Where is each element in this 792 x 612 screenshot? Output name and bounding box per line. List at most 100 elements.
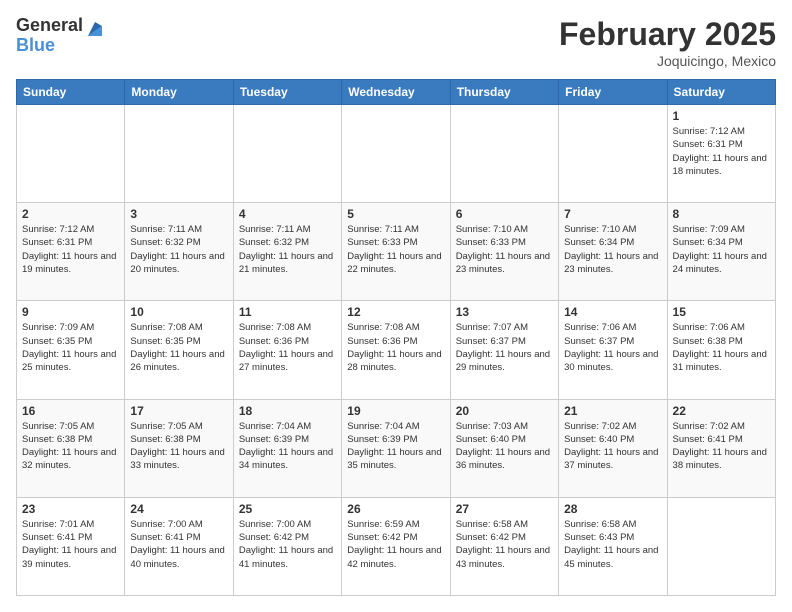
day-info: Sunrise: 7:11 AM Sunset: 6:32 PM Dayligh… (239, 223, 336, 276)
calendar-cell (17, 105, 125, 203)
day-number: 25 (239, 502, 336, 516)
day-info: Sunrise: 6:59 AM Sunset: 6:42 PM Dayligh… (347, 518, 444, 571)
day-info: Sunrise: 7:11 AM Sunset: 6:32 PM Dayligh… (130, 223, 227, 276)
logo: General Blue (16, 16, 106, 56)
calendar-cell: 3 Sunrise: 7:11 AM Sunset: 6:32 PM Daylig… (125, 203, 233, 301)
day-info: Sunrise: 7:07 AM Sunset: 6:37 PM Dayligh… (456, 321, 553, 374)
day-number: 16 (22, 404, 119, 418)
day-number: 28 (564, 502, 661, 516)
calendar-cell: 20 Sunrise: 7:03 AM Sunset: 6:40 PM Dayli… (450, 399, 558, 497)
calendar-cell: 1 Sunrise: 7:12 AM Sunset: 6:31 PM Daylig… (667, 105, 775, 203)
calendar-cell (342, 105, 450, 203)
day-number: 5 (347, 207, 444, 221)
calendar-cell: 10 Sunrise: 7:08 AM Sunset: 6:35 PM Dayli… (125, 301, 233, 399)
calendar-cell: 28Sunrise: 6:58 AM Sunset: 6:43 PM Dayli… (559, 497, 667, 595)
day-number: 23 (22, 502, 119, 516)
logo-general-text: General (16, 16, 83, 36)
calendar-cell: 21 Sunrise: 7:02 AM Sunset: 6:40 PM Dayli… (559, 399, 667, 497)
day-number: 13 (456, 305, 553, 319)
calendar-header-wednesday: Wednesday (342, 80, 450, 105)
day-number: 19 (347, 404, 444, 418)
calendar-header-thursday: Thursday (450, 80, 558, 105)
calendar-cell: 7Sunrise: 7:10 AM Sunset: 6:34 PM Daylig… (559, 203, 667, 301)
day-info: Sunrise: 7:12 AM Sunset: 6:31 PM Dayligh… (22, 223, 119, 276)
day-info: Sunrise: 7:10 AM Sunset: 6:34 PM Dayligh… (564, 223, 661, 276)
calendar-cell: 6 Sunrise: 7:10 AM Sunset: 6:33 PM Daylig… (450, 203, 558, 301)
day-number: 8 (673, 207, 770, 221)
calendar-cell: 15Sunrise: 7:06 AM Sunset: 6:38 PM Dayli… (667, 301, 775, 399)
logo-icon (84, 18, 106, 40)
day-info: Sunrise: 7:08 AM Sunset: 6:35 PM Dayligh… (130, 321, 227, 374)
day-info: Sunrise: 7:12 AM Sunset: 6:31 PM Dayligh… (673, 125, 770, 178)
day-number: 9 (22, 305, 119, 319)
calendar-cell: 17 Sunrise: 7:05 AM Sunset: 6:38 PM Dayli… (125, 399, 233, 497)
calendar-header-monday: Monday (125, 80, 233, 105)
calendar-cell: 4 Sunrise: 7:11 AM Sunset: 6:32 PM Daylig… (233, 203, 341, 301)
calendar-cell: 23 Sunrise: 7:01 AM Sunset: 6:41 PM Dayli… (17, 497, 125, 595)
calendar-cell: 24 Sunrise: 7:00 AM Sunset: 6:41 PM Dayli… (125, 497, 233, 595)
calendar-cell: 2 Sunrise: 7:12 AM Sunset: 6:31 PM Daylig… (17, 203, 125, 301)
day-number: 1 (673, 109, 770, 123)
day-number: 12 (347, 305, 444, 319)
calendar-cell: 13 Sunrise: 7:07 AM Sunset: 6:37 PM Dayli… (450, 301, 558, 399)
day-info: Sunrise: 6:58 AM Sunset: 6:42 PM Dayligh… (456, 518, 553, 571)
title-block: February 2025 Joquicingo, Mexico (559, 16, 776, 69)
day-info: Sunrise: 7:00 AM Sunset: 6:42 PM Dayligh… (239, 518, 336, 571)
calendar-cell: 22 Sunrise: 7:02 AM Sunset: 6:41 PM Dayli… (667, 399, 775, 497)
day-number: 6 (456, 207, 553, 221)
calendar-cell (559, 105, 667, 203)
day-info: Sunrise: 7:11 AM Sunset: 6:33 PM Dayligh… (347, 223, 444, 276)
calendar-table: SundayMondayTuesdayWednesdayThursdayFrid… (16, 79, 776, 596)
calendar-cell (667, 497, 775, 595)
day-number: 14 (564, 305, 661, 319)
day-info: Sunrise: 7:01 AM Sunset: 6:41 PM Dayligh… (22, 518, 119, 571)
day-info: Sunrise: 7:04 AM Sunset: 6:39 PM Dayligh… (347, 420, 444, 473)
day-info: Sunrise: 7:02 AM Sunset: 6:40 PM Dayligh… (564, 420, 661, 473)
day-info: Sunrise: 7:08 AM Sunset: 6:36 PM Dayligh… (239, 321, 336, 374)
calendar-cell (125, 105, 233, 203)
day-number: 27 (456, 502, 553, 516)
day-info: Sunrise: 7:09 AM Sunset: 6:35 PM Dayligh… (22, 321, 119, 374)
day-number: 10 (130, 305, 227, 319)
calendar-cell: 27 Sunrise: 6:58 AM Sunset: 6:42 PM Dayli… (450, 497, 558, 595)
calendar-cell: 12 Sunrise: 7:08 AM Sunset: 6:36 PM Dayli… (342, 301, 450, 399)
day-info: Sunrise: 7:02 AM Sunset: 6:41 PM Dayligh… (673, 420, 770, 473)
day-number: 22 (673, 404, 770, 418)
day-number: 15 (673, 305, 770, 319)
day-info: Sunrise: 7:05 AM Sunset: 6:38 PM Dayligh… (22, 420, 119, 473)
calendar-cell: 5 Sunrise: 7:11 AM Sunset: 6:33 PM Daylig… (342, 203, 450, 301)
day-number: 4 (239, 207, 336, 221)
page-title: February 2025 (559, 16, 776, 53)
day-info: Sunrise: 7:03 AM Sunset: 6:40 PM Dayligh… (456, 420, 553, 473)
day-info: Sunrise: 7:08 AM Sunset: 6:36 PM Dayligh… (347, 321, 444, 374)
day-info: Sunrise: 7:04 AM Sunset: 6:39 PM Dayligh… (239, 420, 336, 473)
day-number: 18 (239, 404, 336, 418)
day-number: 3 (130, 207, 227, 221)
calendar-cell (450, 105, 558, 203)
calendar-cell: 25 Sunrise: 7:00 AM Sunset: 6:42 PM Dayli… (233, 497, 341, 595)
calendar-cell: 26 Sunrise: 6:59 AM Sunset: 6:42 PM Dayli… (342, 497, 450, 595)
day-number: 24 (130, 502, 227, 516)
day-number: 20 (456, 404, 553, 418)
calendar-cell: 9 Sunrise: 7:09 AM Sunset: 6:35 PM Daylig… (17, 301, 125, 399)
calendar-header-sunday: Sunday (17, 80, 125, 105)
calendar-cell: 8Sunrise: 7:09 AM Sunset: 6:34 PM Daylig… (667, 203, 775, 301)
day-info: Sunrise: 7:00 AM Sunset: 6:41 PM Dayligh… (130, 518, 227, 571)
location-subtitle: Joquicingo, Mexico (559, 53, 776, 69)
day-number: 17 (130, 404, 227, 418)
calendar-cell: 11Sunrise: 7:08 AM Sunset: 6:36 PM Dayli… (233, 301, 341, 399)
day-number: 26 (347, 502, 444, 516)
day-info: Sunrise: 7:06 AM Sunset: 6:37 PM Dayligh… (564, 321, 661, 374)
day-number: 21 (564, 404, 661, 418)
calendar-header-friday: Friday (559, 80, 667, 105)
day-number: 2 (22, 207, 119, 221)
day-info: Sunrise: 7:05 AM Sunset: 6:38 PM Dayligh… (130, 420, 227, 473)
logo-blue-text: Blue (16, 36, 83, 56)
calendar-cell: 14 Sunrise: 7:06 AM Sunset: 6:37 PM Dayli… (559, 301, 667, 399)
calendar-header-tuesday: Tuesday (233, 80, 341, 105)
day-info: Sunrise: 7:10 AM Sunset: 6:33 PM Dayligh… (456, 223, 553, 276)
calendar-cell (233, 105, 341, 203)
calendar-cell: 18 Sunrise: 7:04 AM Sunset: 6:39 PM Dayli… (233, 399, 341, 497)
calendar-cell: 16 Sunrise: 7:05 AM Sunset: 6:38 PM Dayli… (17, 399, 125, 497)
calendar-header-saturday: Saturday (667, 80, 775, 105)
